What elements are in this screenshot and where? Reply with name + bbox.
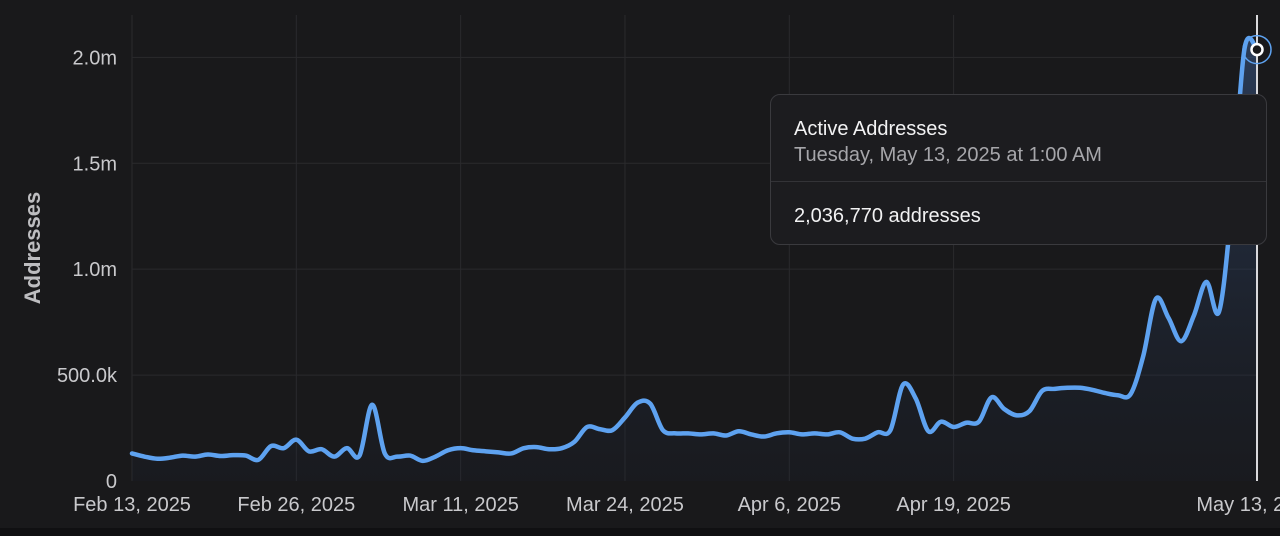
active-addresses-chart: Addresses 0 500.0k 1.0m 1.5m 2.0m Feb 13, 20… <box>20 15 1280 516</box>
y-tick-label: 2.0m <box>73 47 117 69</box>
tooltip-divider <box>771 181 1266 182</box>
hover-marker[interactable] <box>1250 42 1264 57</box>
x-tick-label: Mar 24, 2025 <box>566 494 684 516</box>
x-tick-label: Feb 13, 2025 <box>73 494 191 516</box>
x-tick-label: Apr 6, 2025 <box>738 494 841 516</box>
y-tick-label: 1.5m <box>73 153 117 175</box>
tooltip-value: 2,036,770 addresses <box>794 205 981 227</box>
bottom-edge <box>0 528 1280 536</box>
y-tick-label: 1.0m <box>73 259 117 281</box>
y-axis-ticks: 0 500.0k 1.0m 1.5m 2.0m <box>57 47 118 493</box>
tooltip-title: Active Addresses <box>794 118 948 140</box>
y-tick-label: 0 <box>106 471 117 493</box>
x-axis-ticks: Feb 13, 2025 Feb 26, 2025 Mar 11, 2025 Mar … <box>73 494 1280 516</box>
tooltip-timestamp: Tuesday, May 13, 2025 at 1:00 AM <box>794 144 1102 166</box>
x-tick-label: Apr 19, 2025 <box>896 494 1011 516</box>
x-tick-label: May 13, 2025 <box>1196 494 1280 516</box>
y-axis-label: Addresses <box>20 192 45 305</box>
data-tooltip: Active Addresses Tuesday, May 13, 2025 a… <box>770 94 1267 245</box>
x-tick-label: Feb 26, 2025 <box>237 494 355 516</box>
x-tick-label: Mar 11, 2025 <box>402 494 518 516</box>
y-tick-label: 500.0k <box>57 365 118 387</box>
